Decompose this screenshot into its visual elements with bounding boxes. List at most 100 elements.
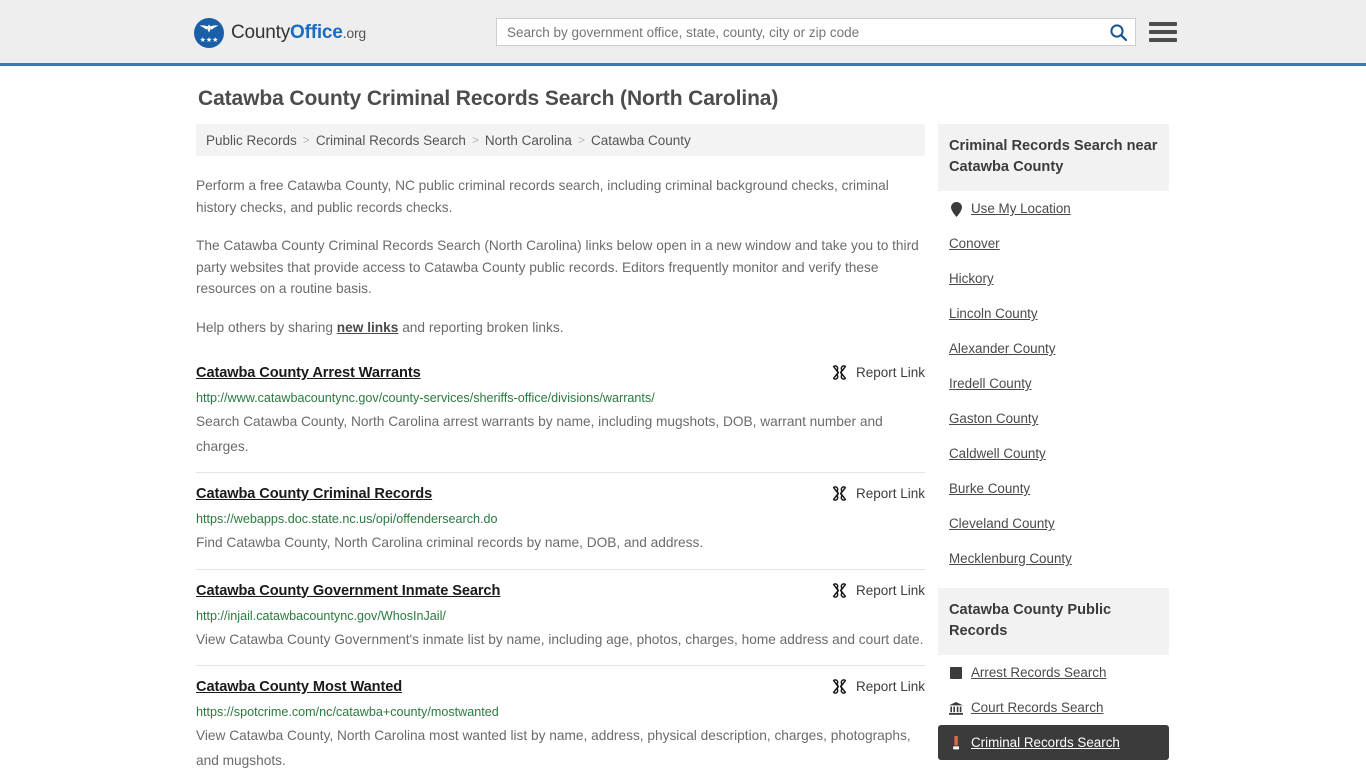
report-link-button[interactable]: Report Link bbox=[817, 583, 925, 598]
sidebar-card: Criminal Records Search near Catawba Cou… bbox=[938, 124, 1169, 576]
breadcrumb: Public Records > Criminal Records Search… bbox=[196, 124, 925, 156]
hamburger-menu-icon-bar-3 bbox=[1149, 38, 1177, 42]
sidebar-item-label[interactable]: Alexander County bbox=[949, 340, 1055, 358]
result-description: Find Catawba County, North Carolina crim… bbox=[196, 535, 704, 550]
broken-link-icon bbox=[832, 365, 847, 380]
result-url: http://injail.catawbacountync.gov/WhosIn… bbox=[196, 608, 446, 623]
sidebar-item-lincoln-county[interactable]: Lincoln County bbox=[949, 296, 1158, 331]
result-item: Catawba County Arrest Warrants Report Lin… bbox=[196, 360, 925, 472]
result-item: Catawba County Government Inmate Search R… bbox=[196, 568, 925, 666]
report-link-button[interactable]: Report Link bbox=[817, 486, 925, 501]
sidebar-card-heading: Catawba County Public Records bbox=[938, 588, 1169, 655]
result-description: View Catawba County Government's inmate … bbox=[196, 631, 924, 647]
sidebar-item-label[interactable]: Conover bbox=[949, 235, 1000, 253]
site-logo-text: CountyOffice.org bbox=[231, 22, 366, 44]
hamburger-menu-icon-bar-1 bbox=[1149, 22, 1177, 26]
result-url: http://www.catawbacountync.gov/county-se… bbox=[196, 391, 655, 405]
intro-paragraph-3: Help others by sharing new links and rep… bbox=[196, 317, 925, 339]
result-header: Catawba County Government Inmate Search R… bbox=[196, 582, 925, 601]
breadcrumb-item-criminal-records-search[interactable]: Criminal Records Search bbox=[316, 133, 466, 148]
sidebar-card-list: Use My Location Conover Hickory Lincoln Cou… bbox=[938, 191, 1169, 576]
sidebar-item-label[interactable]: Use My Location bbox=[971, 200, 1071, 218]
broken-link-icon bbox=[832, 679, 847, 694]
sidebar-item-use-my-location[interactable]: Use My Location bbox=[949, 191, 1158, 226]
sidebar-item-label[interactable]: Gaston County bbox=[949, 410, 1038, 428]
sidebar-item-hickory[interactable]: Hickory bbox=[949, 261, 1158, 296]
sidebar-card: Catawba County Public Records Arrest Reco… bbox=[938, 588, 1169, 760]
sidebar-item-conover[interactable]: Conover bbox=[949, 226, 1158, 261]
search-bar bbox=[496, 18, 1136, 46]
sidebar-item-label[interactable]: Lincoln County bbox=[949, 305, 1038, 323]
sidebar-item-label[interactable]: Caldwell County bbox=[949, 445, 1046, 463]
sidebar-item-cleveland-county[interactable]: Cleveland County bbox=[949, 506, 1158, 541]
sidebar-item-caldwell-county[interactable]: Caldwell County bbox=[949, 436, 1158, 471]
intro-text-after-link: and reporting broken links. bbox=[398, 319, 564, 335]
broken-link-icon bbox=[832, 486, 847, 501]
intro-text-before-link: Help others by sharing bbox=[196, 319, 337, 335]
result-description: Search Catawba County, North Carolina ar… bbox=[196, 414, 883, 454]
sidebar-item-label[interactable]: Burke County bbox=[949, 480, 1030, 498]
new-links-link[interactable]: new links bbox=[337, 320, 399, 335]
hamburger-menu-button[interactable] bbox=[1149, 19, 1177, 45]
breadcrumb-separator-icon: > bbox=[471, 133, 479, 147]
sidebar-item-label[interactable]: Criminal Records Search bbox=[971, 734, 1120, 752]
broken-link-icon bbox=[832, 582, 847, 598]
breadcrumb-item-public-records[interactable]: Public Records bbox=[206, 133, 297, 148]
intro-paragraph-1: Perform a free Catawba County, NC public… bbox=[196, 178, 889, 215]
result-header: Catawba County Arrest Warrants Report Lin… bbox=[196, 364, 925, 383]
sidebar-item-label[interactable]: Hickory bbox=[949, 270, 994, 288]
report-link-label: Report Link bbox=[855, 365, 925, 380]
brand-part-county: County bbox=[231, 22, 291, 43]
sidebar-card-list: Arrest Records Search Court Records Searc… bbox=[938, 655, 1169, 760]
sidebar-item-criminal-records-search[interactable]: Criminal Records Search bbox=[938, 725, 1169, 760]
sidebar-item-burke-county[interactable]: Burke County bbox=[949, 471, 1158, 506]
breadcrumb-item-catawba-county[interactable]: Catawba County bbox=[591, 133, 691, 148]
result-header: Catawba County Most Wanted Report Link bbox=[196, 678, 925, 697]
map-pin-icon bbox=[949, 201, 963, 217]
result-url: https://spotcrime.com/nc/catawba+county/… bbox=[196, 705, 499, 719]
gavel-icon bbox=[949, 736, 963, 750]
sidebar-item-label[interactable]: Iredell County bbox=[949, 375, 1032, 393]
main-content-column: Public Records > Criminal Records Search… bbox=[196, 124, 925, 768]
sidebar-item-label[interactable]: Cleveland County bbox=[949, 515, 1055, 533]
eagle-seal-icon: ★★★ bbox=[194, 18, 224, 48]
sidebar-item-label[interactable]: Court Records Search bbox=[971, 699, 1103, 717]
report-link-label: Report Link bbox=[855, 679, 925, 694]
breadcrumb-separator-icon: > bbox=[577, 133, 585, 147]
result-title-link[interactable]: Catawba County Government Inmate Search bbox=[196, 582, 500, 601]
square-badge-icon bbox=[949, 667, 963, 679]
brand-part-office: Office bbox=[290, 22, 343, 43]
breadcrumb-item-north-carolina[interactable]: North Carolina bbox=[485, 133, 572, 148]
breadcrumb-separator-icon: > bbox=[302, 133, 310, 147]
sidebar-item-iredell-county[interactable]: Iredell County bbox=[949, 366, 1158, 401]
sidebar-item-mecklenburg-county[interactable]: Mecklenburg County bbox=[949, 541, 1158, 576]
page-title: Catawba County Criminal Records Search (… bbox=[198, 87, 779, 110]
result-title-link[interactable]: Catawba County Most Wanted bbox=[196, 678, 402, 697]
sidebar-item-arrest-records-search[interactable]: Arrest Records Search bbox=[949, 655, 1158, 690]
search-icon bbox=[1109, 23, 1127, 41]
search-input[interactable] bbox=[497, 19, 1101, 45]
report-link-button[interactable]: Report Link bbox=[817, 365, 925, 380]
sidebar-item-gaston-county[interactable]: Gaston County bbox=[949, 401, 1158, 436]
result-title-link[interactable]: Catawba County Arrest Warrants bbox=[196, 364, 421, 383]
site-logo-link[interactable]: ★★★ CountyOffice.org bbox=[194, 18, 366, 48]
sidebar-item-label[interactable]: Mecklenburg County bbox=[949, 550, 1072, 568]
sidebar-item-alexander-county[interactable]: Alexander County bbox=[949, 331, 1158, 366]
sidebar: Criminal Records Search near Catawba Cou… bbox=[938, 124, 1169, 768]
sidebar-item-court-records-search[interactable]: Court Records Search bbox=[949, 690, 1158, 725]
results-list: Catawba County Arrest Warrants Report Lin… bbox=[196, 360, 925, 768]
report-link-button[interactable]: Report Link bbox=[817, 679, 925, 694]
result-description: View Catawba County, North Carolina most… bbox=[196, 728, 911, 768]
result-header: Catawba County Criminal Records Report Li… bbox=[196, 485, 925, 504]
intro-paragraph-2: The Catawba County Criminal Records Sear… bbox=[196, 238, 919, 296]
report-link-label: Report Link bbox=[855, 582, 925, 598]
result-title-link[interactable]: Catawba County Criminal Records bbox=[196, 485, 432, 504]
sidebar-item-label[interactable]: Arrest Records Search bbox=[971, 664, 1106, 682]
stars-icon: ★★★ bbox=[199, 37, 219, 44]
report-link-label: Report Link bbox=[855, 486, 925, 501]
site-header: ★★★ CountyOffice.org bbox=[0, 0, 1366, 66]
sidebar-card-heading: Criminal Records Search near Catawba Cou… bbox=[938, 124, 1169, 191]
result-item: Catawba County Criminal Records Report Li… bbox=[196, 472, 925, 569]
hamburger-menu-icon-bar-2 bbox=[1149, 30, 1177, 34]
search-button[interactable] bbox=[1101, 19, 1135, 45]
